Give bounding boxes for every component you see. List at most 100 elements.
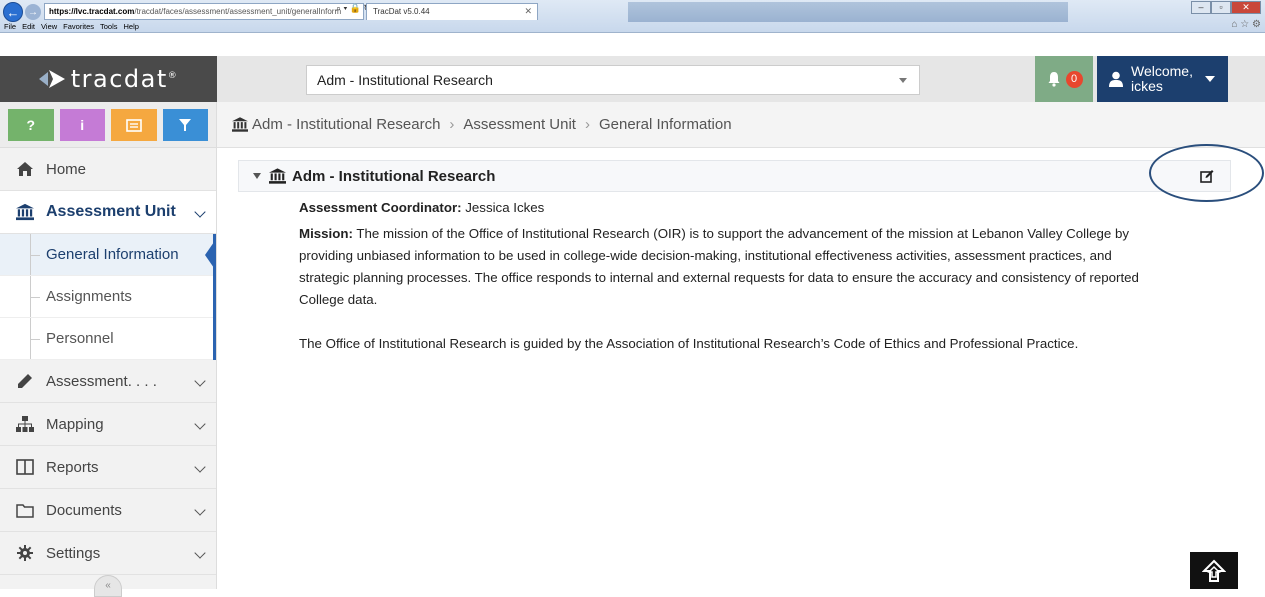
filter-button[interactable]	[162, 109, 208, 141]
info-icon: i	[80, 117, 85, 133]
coordinator-value: Jessica Ickes	[465, 200, 545, 215]
assessment-unit-select[interactable]: Adm - Institutional Research	[306, 65, 920, 95]
mission-statement: Mission: The mission of the Office of In…	[299, 223, 1159, 311]
mission-label: Mission:	[299, 226, 353, 241]
url-path: /tracdat/faces/assessment/assessment_uni…	[134, 7, 342, 16]
browser-tab[interactable]: TracDat v5.0.44 ✕	[366, 3, 538, 20]
highlight-annotation	[1149, 144, 1264, 202]
sidebar-item-label: Assignments	[46, 288, 132, 305]
sidebar-item-label: Assessment. . . .	[46, 372, 157, 390]
institution-icon	[16, 203, 34, 221]
coordinator-row: Assessment Coordinator: Jessica Ickes	[299, 197, 1159, 219]
gear-icon	[16, 544, 34, 562]
notification-count-badge: 0	[1065, 70, 1083, 88]
sidebar-item-label: Home	[46, 160, 87, 178]
url-host: https://lvc.tracdat.com	[49, 7, 135, 16]
bell-icon	[1048, 72, 1059, 87]
assessment-unit-submenu: General Information Assignments Personne…	[0, 234, 216, 360]
address-bar[interactable]: https://lvc.tracdat.com/tracdat/faces/as…	[44, 3, 364, 20]
help-button[interactable]: ?	[8, 109, 54, 141]
sidebar-item-assignments[interactable]: Assignments	[0, 276, 213, 318]
sidebar-item-label: Reports	[46, 458, 99, 476]
chevron-down-icon	[194, 418, 206, 430]
chevron-down-icon	[194, 547, 206, 559]
caret-down-icon[interactable]	[253, 173, 261, 179]
scroll-top-icon	[1202, 559, 1226, 582]
browser-chrome: ← → https://lvc.tracdat.com/tracdat/face…	[0, 0, 1265, 33]
breadcrumb-current: General Information	[598, 116, 732, 133]
sidebar-item-home[interactable]: Home	[0, 148, 216, 191]
tab-title: TracDat v5.0.44	[373, 7, 430, 16]
mission-text: The mission of the Office of Institution…	[299, 226, 1139, 307]
menu-bar: File Edit View Favorites Tools Help	[4, 22, 139, 31]
sidebar-item-assessment[interactable]: Assessment. . . .	[0, 360, 216, 403]
welcome-text: Welcome, ickes	[1131, 64, 1193, 94]
sidebar-item-assessment-unit[interactable]: Assessment Unit	[0, 191, 216, 234]
user-icon	[1109, 71, 1123, 87]
chevron-down-icon	[194, 504, 206, 516]
caret-down-icon	[1204, 76, 1215, 82]
menu-help[interactable]: Help	[124, 22, 139, 31]
sidebar-item-label: Personnel	[46, 330, 114, 347]
sidebar-item-label: Settings	[46, 544, 101, 562]
maximize-icon[interactable]: ▫	[1211, 1, 1231, 14]
unit-panel-header[interactable]: Adm - Institutional Research	[238, 160, 1231, 192]
sidebar-item-label: Mapping	[46, 415, 104, 433]
menu-favorites[interactable]: Favorites	[63, 22, 94, 31]
notifications-button[interactable]: 0	[1035, 56, 1093, 102]
browser-toolbar-icons[interactable]: ⌂ ☆ ⚙	[1231, 19, 1261, 30]
menu-file[interactable]: File	[4, 22, 16, 31]
panel-title: Adm - Institutional Research	[292, 167, 496, 185]
collapse-sidebar-icon[interactable]: «	[94, 575, 122, 597]
window-close-icon[interactable]: ✕	[1231, 1, 1261, 14]
pencil-icon	[16, 372, 34, 390]
sidebar-item-label: General Information	[46, 246, 179, 263]
sidebar-item-personnel[interactable]: Personnel	[0, 318, 213, 360]
brand-logo-area[interactable]: tracdat®	[0, 56, 217, 102]
unit-details: Assessment Coordinator: Jessica Ickes Mi…	[299, 197, 1159, 355]
notes-button[interactable]	[111, 109, 157, 141]
caret-down-icon	[899, 78, 907, 83]
home-icon	[16, 160, 34, 178]
sidebar-item-settings[interactable]: Settings	[0, 532, 216, 575]
forward-arrow-icon[interactable]: →	[25, 4, 41, 20]
minimize-icon[interactable]: –	[1191, 1, 1211, 14]
unit-select-value: Adm - Institutional Research	[317, 72, 493, 88]
menu-edit[interactable]: Edit	[22, 22, 35, 31]
scroll-to-top-button[interactable]	[1190, 552, 1238, 589]
app-header: tracdat® Adm - Institutional Research 0 …	[0, 56, 1265, 102]
chevron-down-icon	[194, 206, 206, 218]
question-icon: ?	[26, 117, 36, 133]
sidebar-item-general-information[interactable]: General Information	[0, 234, 214, 276]
sidebar-item-label: Assessment Unit	[46, 203, 176, 220]
back-arrow-icon[interactable]: ←	[3, 2, 23, 22]
window-controls: – ▫ ✕	[1191, 1, 1261, 14]
institution-icon	[232, 117, 248, 132]
quick-action-buttons: ? i	[0, 102, 216, 148]
ribbon-strip	[628, 2, 1068, 22]
breadcrumb-assessment-unit[interactable]: Assessment Unit	[463, 116, 576, 133]
breadcrumb-unit[interactable]: Adm - Institutional Research	[252, 116, 440, 133]
institution-icon	[269, 168, 286, 184]
brand-name: tracdat®	[70, 65, 179, 93]
sidebar-item-reports[interactable]: Reports	[0, 446, 216, 489]
tracdat-logo-icon	[38, 70, 65, 88]
coordinator-label: Assessment Coordinator:	[299, 200, 462, 215]
chevron-down-icon	[194, 461, 206, 473]
sidebar-item-mapping[interactable]: Mapping	[0, 403, 216, 446]
user-menu-button[interactable]: Welcome, ickes	[1097, 56, 1228, 102]
menu-view[interactable]: View	[41, 22, 57, 31]
sidebar: ? i Home Assessment Unit General Informa…	[0, 102, 217, 597]
filter-icon	[179, 119, 192, 131]
breadcrumb-separator: ›	[584, 116, 590, 133]
close-icon[interactable]: ✕	[524, 6, 532, 17]
breadcrumb: Adm - Institutional Research › Assessmen…	[217, 102, 1265, 148]
welcome-label: Welcome,	[1131, 63, 1193, 79]
username: ickes	[1131, 78, 1163, 94]
sidebar-item-documents[interactable]: Documents	[0, 489, 216, 532]
active-indicator	[205, 242, 214, 268]
menu-tools[interactable]: Tools	[100, 22, 118, 31]
guide-text: The Office of Institutional Research is …	[299, 336, 1079, 351]
sidebar-item-label: Documents	[46, 501, 122, 519]
info-button[interactable]: i	[59, 109, 105, 141]
